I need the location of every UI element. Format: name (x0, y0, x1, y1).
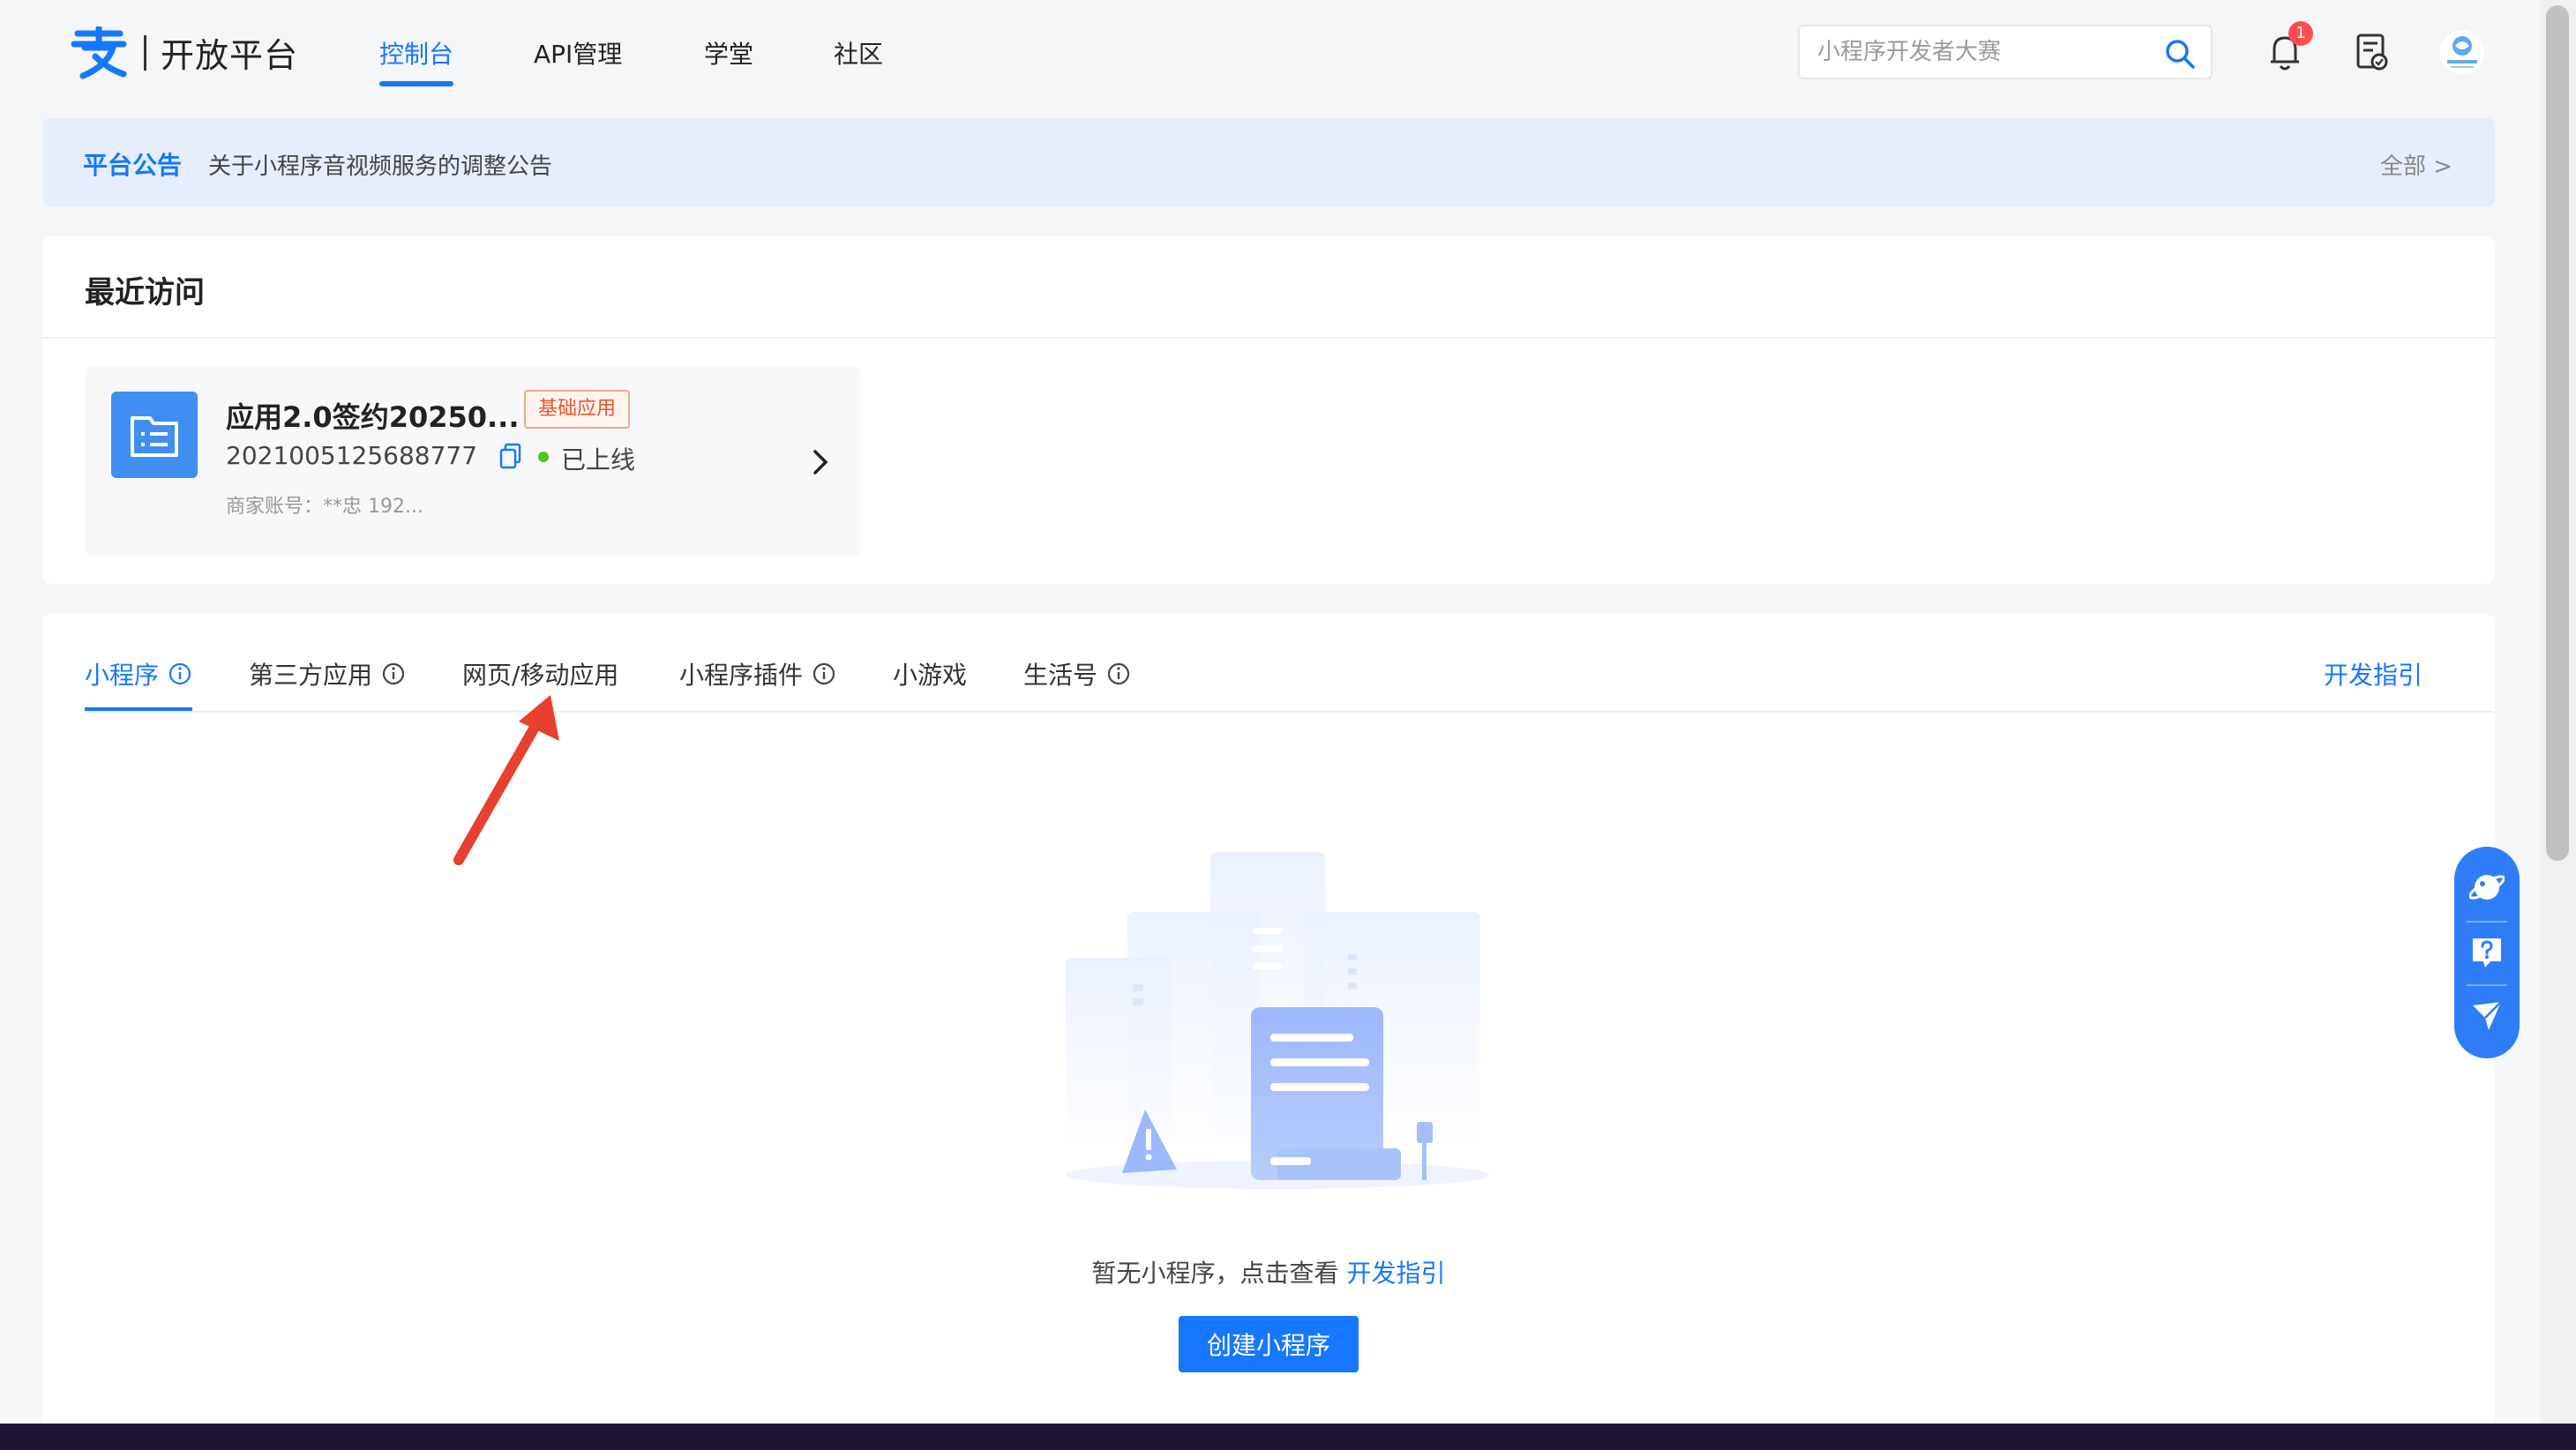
tab-label: 第三方应用 (249, 661, 373, 690)
toolbar-separator (2467, 984, 2507, 986)
info-icon[interactable] (1106, 661, 1131, 686)
tab-mini-program-plugin[interactable]: 小程序插件 (679, 656, 836, 691)
app-name: 应用2.0签约20250... (226, 400, 520, 434)
merchant-account: 商家账号：**忠 192... (226, 496, 423, 518)
app-type-tag: 基础应用 (524, 390, 631, 429)
logo-divider (144, 35, 146, 71)
tab-third-party-app[interactable]: 第三方应用 (249, 656, 406, 691)
annotation-arrow-icon (453, 695, 559, 865)
dev-guide-link[interactable]: 开发指引 (2324, 656, 2422, 691)
empty-state-text: 暂无小程序，点击查看 开发指引 (42, 1254, 2495, 1289)
nav-api-management[interactable]: API管理 (534, 35, 622, 71)
toolbar-separator (2467, 921, 2507, 923)
browser-window: 开放平台 控制台 API管理 学堂 社区 1 (0, 0, 2576, 1424)
tab-mini-game[interactable]: 小游戏 (893, 656, 967, 691)
notification-badge: 1 (2288, 21, 2313, 46)
help-icon[interactable] (2469, 935, 2505, 970)
empty-state-illustration (1066, 852, 1489, 1189)
top-nav: 开放平台 控制台 API管理 学堂 社区 1 (0, 0, 2541, 106)
app-id: 2021005125688777 (226, 441, 478, 470)
empty-state-guide-link[interactable]: 开发指引 (1346, 1259, 1445, 1288)
floating-toolbar (2454, 847, 2520, 1058)
announcement-bar: 平台公告 关于小程序音视频服务的调整公告 全部 > (42, 118, 2495, 206)
logo-text[interactable]: 开放平台 (161, 28, 298, 77)
alipay-logo-icon[interactable] (69, 26, 129, 79)
app-list-icon (111, 392, 198, 478)
paper-plane-icon[interactable] (2469, 998, 2505, 1034)
planet-icon[interactable] (2469, 870, 2505, 905)
scrollbar-thumb[interactable] (2546, 5, 2569, 861)
search-input[interactable] (1817, 26, 2153, 78)
nav-academy[interactable]: 学堂 (704, 35, 753, 71)
recent-visits-card: 最近访问 应用2.0签约20250... 基础应用 20210051256887… (42, 236, 2495, 584)
search-box (1798, 25, 2213, 79)
announcement-all-link[interactable]: 全部 > (2380, 148, 2452, 181)
nav-console[interactable]: 控制台 (379, 35, 453, 71)
tab-label: 小游戏 (893, 661, 968, 690)
empty-state-message: 暂无小程序，点击查看 (1091, 1259, 1339, 1288)
search-icon[interactable] (2165, 39, 2195, 69)
app-status: 已上线 (561, 445, 636, 475)
copy-icon[interactable] (499, 443, 522, 469)
recent-app-card[interactable]: 应用2.0签约20250... 基础应用 2021005125688777 已上… (85, 367, 861, 556)
tab-label: 小程序插件 (679, 661, 804, 690)
avatar[interactable] (2440, 30, 2484, 74)
recent-visits-title: 最近访问 (85, 275, 205, 310)
announcement-link[interactable]: 关于小程序音视频服务的调整公告 (208, 148, 552, 181)
status-online-dot (538, 452, 549, 462)
divider (42, 337, 2495, 339)
tab-mini-program[interactable]: 小程序 (85, 656, 192, 691)
chevron-right-icon[interactable] (808, 446, 833, 478)
app-type-tabs-card: 小程序 第三方应用 网页/移动应用 小程序插件 小游戏 生活号 开发指引 暂无小… (42, 614, 2495, 1424)
announcement-title: 平台公告 (83, 151, 183, 180)
info-icon[interactable] (812, 661, 836, 686)
nav-community[interactable]: 社区 (834, 35, 883, 71)
tab-label: 生活号 (1023, 661, 1098, 690)
tab-life-account[interactable]: 生活号 (1023, 656, 1131, 691)
document-check-icon[interactable] (2354, 32, 2389, 72)
info-icon[interactable] (168, 661, 192, 686)
nav-active-underline (379, 81, 453, 86)
info-icon[interactable] (381, 661, 406, 686)
create-mini-program-button[interactable]: 创建小程序 (1179, 1316, 1359, 1372)
tab-label: 小程序 (85, 661, 160, 690)
